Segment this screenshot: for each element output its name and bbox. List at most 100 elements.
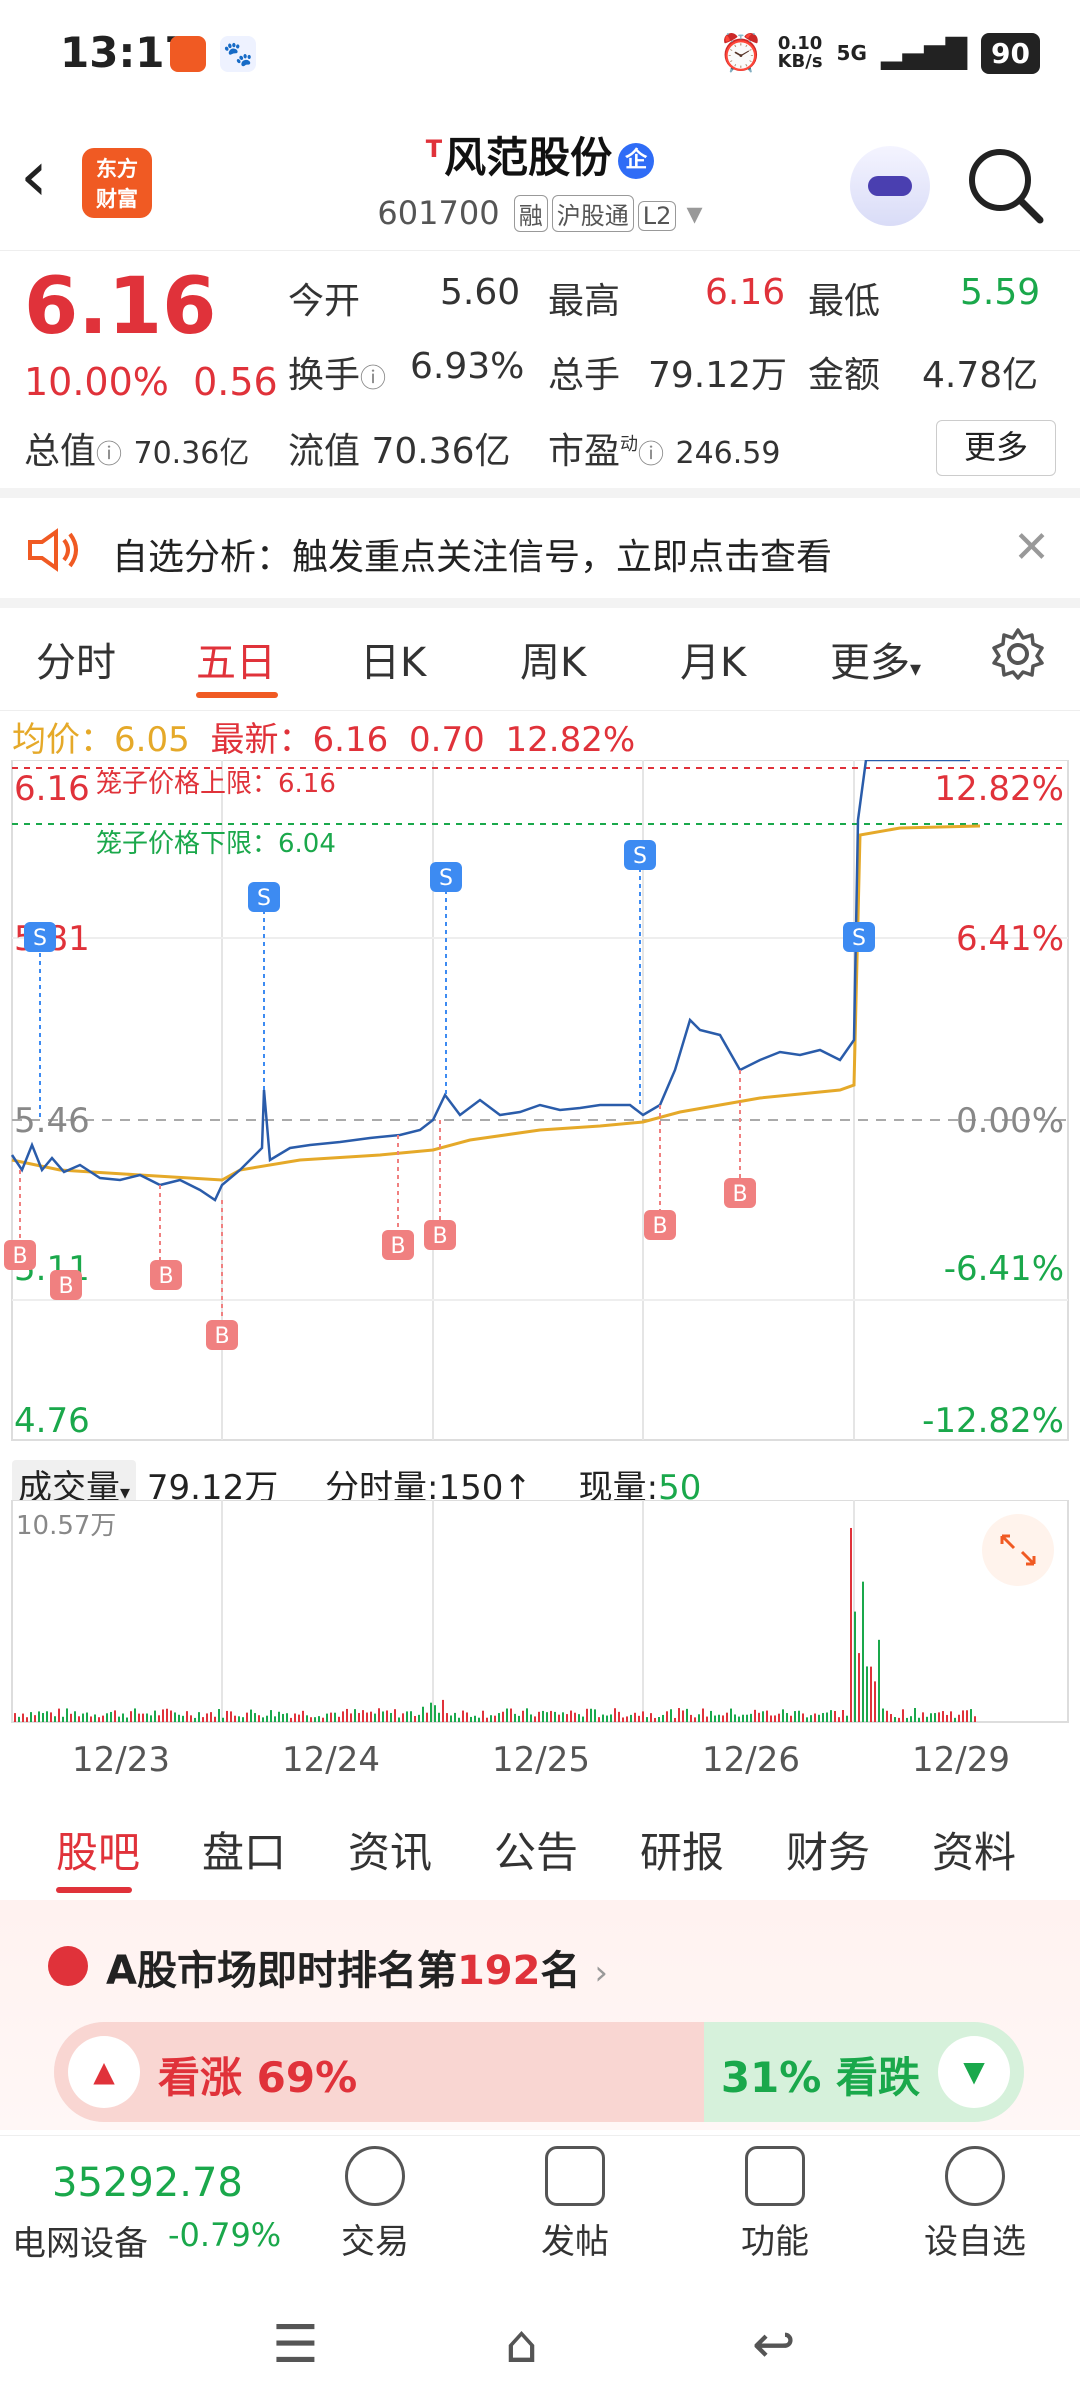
more-dots-icon <box>945 2146 1005 2206</box>
price-change: 10.00% 0.56 <box>24 360 278 404</box>
volume-bar <box>502 1711 504 1722</box>
sector-index-name[interactable]: 电网设备 <box>12 2216 148 2265</box>
volume-bar <box>662 1714 664 1722</box>
system-nav-bar: ☰ ⌂ ↩ <box>0 2285 1080 2400</box>
add-watchlist-button[interactable]: 设自选 <box>910 2146 1040 2263</box>
sector-index-value[interactable]: 35292.78 <box>52 2160 243 2206</box>
tag-margin: 融 <box>513 195 548 232</box>
tab-order-book[interactable]: 盘口 <box>202 1819 286 1880</box>
volume-bar <box>830 1710 832 1722</box>
tab-profile[interactable]: 资料 <box>932 1819 1016 1880</box>
volume-bar <box>746 1714 748 1722</box>
volume-bar <box>866 1666 868 1722</box>
volume-bar <box>858 1653 860 1722</box>
volume-bar <box>654 1717 656 1722</box>
tab-stock-forum[interactable]: 股吧 <box>56 1819 140 1880</box>
volume-bar <box>90 1716 92 1722</box>
tab-research[interactable]: 研报 <box>640 1819 724 1880</box>
alert-banner[interactable]: 自选分析：触发重点关注信号，立即点击查看 ✕ <box>0 500 1080 600</box>
volume-bar <box>466 1712 468 1722</box>
volume-bar <box>710 1710 712 1722</box>
sell-marker-label: S <box>633 844 647 869</box>
volume-bar <box>882 1708 884 1722</box>
more-button[interactable]: 更多 <box>936 420 1056 476</box>
ranking-text[interactable]: A股市场即时排名第192名 › <box>106 1938 608 1996</box>
yen-icon <box>345 2146 405 2206</box>
volume-bar <box>290 1717 292 1722</box>
buy-marker-label: B <box>390 1234 405 1259</box>
trade-button[interactable]: 交易 <box>310 2146 440 2263</box>
volume-bar <box>550 1710 552 1722</box>
volume-bar <box>226 1710 228 1722</box>
volume-bar <box>594 1709 596 1722</box>
volume-bar <box>566 1714 568 1722</box>
volume-bar <box>402 1713 404 1722</box>
volume-bar <box>66 1708 68 1722</box>
volume-bar <box>374 1713 376 1722</box>
volume-bar <box>326 1713 328 1722</box>
tab-daily-k[interactable]: 日K <box>360 630 426 688</box>
tab-weekly-k[interactable]: 周K <box>520 630 586 688</box>
tab-intraday[interactable]: 分时 <box>36 630 116 688</box>
bull-segment[interactable] <box>54 2022 734 2122</box>
volume-bar <box>766 1710 768 1722</box>
search-icon[interactable] <box>960 140 1050 230</box>
volume-bar <box>314 1717 316 1722</box>
volume-bar <box>78 1716 80 1722</box>
volume-bar <box>606 1715 608 1722</box>
tab-news[interactable]: 资讯 <box>348 1819 432 1880</box>
volume-bar <box>522 1710 524 1722</box>
bear-text: 31% 看跌 <box>720 2053 920 2102</box>
volume-bar <box>294 1713 296 1722</box>
close-icon[interactable]: ✕ <box>1013 522 1050 573</box>
volume-bar <box>94 1714 96 1722</box>
volume-bar <box>750 1713 752 1722</box>
price-chart[interactable]: 笼子价格上限：6.16 笼子价格下限：6.04 6.16 5.81 5.46 5… <box>0 760 1080 1460</box>
volume-bar <box>170 1710 172 1722</box>
volume-bar <box>198 1712 200 1722</box>
volume-bar <box>742 1714 744 1722</box>
post-button[interactable]: 发帖 <box>510 2146 640 2263</box>
volume-bar <box>278 1711 280 1722</box>
volume-bar <box>218 1709 220 1722</box>
volume-bar <box>230 1711 232 1722</box>
volume-bar <box>934 1713 936 1722</box>
back-nav-icon[interactable]: ↩ <box>752 2315 796 2375</box>
sentiment-bar: ▲ 看涨 69% 31% 看跌 ▼ <box>54 2022 1024 2122</box>
app-notification-icon <box>170 36 206 72</box>
volume-bar <box>674 1717 676 1722</box>
y-label-right-4: -12.82% <box>922 1401 1064 1441</box>
tab-five-day[interactable]: 五日 <box>196 630 276 688</box>
volume-bar <box>838 1717 840 1722</box>
volume-bar <box>878 1639 880 1722</box>
menu-icon[interactable]: ☰ <box>272 2315 319 2375</box>
bull-text: 看涨 69% <box>158 2053 358 2102</box>
tab-announcements[interactable]: 公告 <box>494 1819 578 1880</box>
volume-bar <box>386 1710 388 1722</box>
volume-bar <box>246 1712 248 1722</box>
volume-bar <box>802 1713 804 1722</box>
tab-monthly-k[interactable]: 月K <box>680 630 746 688</box>
settings-gear-icon[interactable] <box>990 626 1046 682</box>
tab-more[interactable]: 更多▾ <box>830 630 921 688</box>
volume-bar <box>718 1714 720 1722</box>
volume-bar <box>794 1711 796 1722</box>
open-label: 今开 <box>288 281 361 322</box>
alarm-icon: ⏰ <box>718 33 764 74</box>
volume-bar <box>430 1702 432 1722</box>
volume-bar <box>694 1717 696 1722</box>
functions-button[interactable]: 功能 <box>710 2146 840 2263</box>
volume-bar <box>846 1715 848 1722</box>
volume-bar <box>894 1717 896 1722</box>
volume-bar <box>162 1709 164 1722</box>
bull-arrow-icon[interactable]: ▲ <box>68 2036 140 2108</box>
volume-bar <box>754 1709 756 1722</box>
volume-bar <box>346 1708 348 1722</box>
tab-financials[interactable]: 财务 <box>786 1819 870 1880</box>
assistant-robot-icon[interactable] <box>850 146 930 226</box>
bear-arrow-icon[interactable]: ▼ <box>938 2036 1010 2108</box>
home-icon[interactable]: ⌂ <box>505 2315 538 2375</box>
volume-bar <box>902 1709 904 1722</box>
expand-icon[interactable] <box>982 1514 1054 1586</box>
volume-bar <box>534 1716 536 1722</box>
